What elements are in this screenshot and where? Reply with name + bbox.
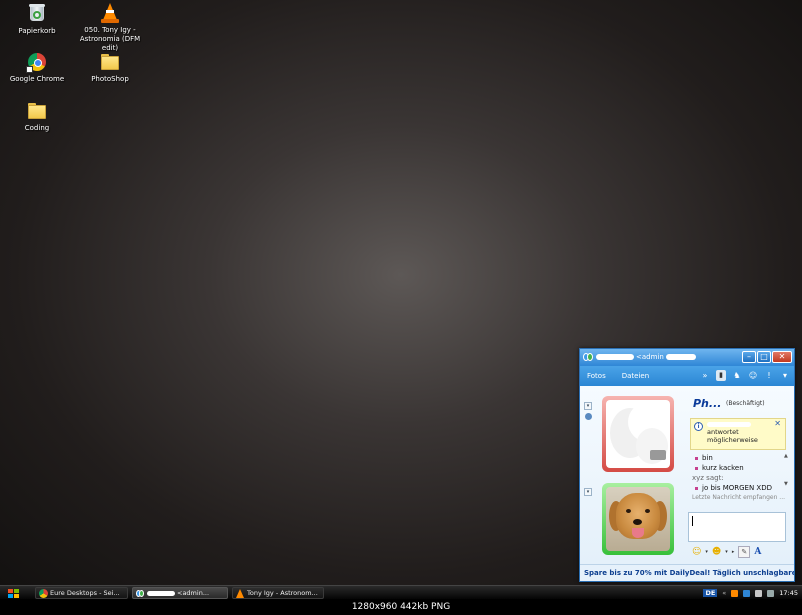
folder-icon — [27, 101, 47, 121]
block-icon[interactable]: ! — [764, 370, 774, 381]
own-avatar[interactable] — [602, 483, 674, 555]
chrome-icon — [26, 52, 47, 73]
status-notice: i antwortet möglicherweise ✕ — [690, 418, 786, 450]
input-toolbar: ☺ ▾ ☻ ▾ ▸ ✎ A — [692, 545, 792, 559]
double-chevron-icon[interactable]: » — [700, 370, 710, 381]
last-received-info: Letzte Nachricht empfangen ... — [692, 494, 786, 501]
taskbar-item-vlc[interactable]: Tony Igy - Astronom... — [232, 587, 324, 599]
desktop-icon-google-chrome[interactable]: Google Chrome — [0, 52, 77, 84]
vlc-cone-icon — [100, 3, 120, 23]
tab-dateien[interactable]: Dateien — [622, 372, 649, 380]
clock[interactable]: 17:45 — [779, 589, 798, 597]
desktop-icon-coding[interactable]: Coding — [0, 101, 77, 133]
redacted-text — [665, 354, 696, 360]
activities-icon[interactable]: ☺ — [748, 370, 758, 381]
close-button[interactable]: ✕ — [772, 351, 792, 363]
tab-fotos[interactable]: Fotos — [587, 372, 606, 380]
message-line: jo bis MORGEN XDD — [692, 483, 788, 493]
maximize-button[interactable]: □ — [757, 351, 771, 363]
redacted-text — [147, 590, 175, 596]
message-sender: xyz sagt: — [692, 474, 724, 482]
taskbar-item-messenger[interactable]: <admin... — [132, 587, 228, 599]
handwriting-icon[interactable]: ✎ — [738, 546, 751, 558]
message-input[interactable] — [688, 512, 786, 542]
desktop-icon-label: PhotoShop — [91, 75, 129, 83]
notice-line: möglicherweise — [707, 436, 758, 444]
emoticon-icon[interactable]: ☺ — [692, 547, 701, 557]
contact-status: (Beschäftigt) — [726, 400, 765, 407]
chevron-down-icon[interactable]: ▾ — [705, 549, 708, 555]
desktop-icon-label: Google Chrome — [9, 75, 65, 83]
conversation-area: ▾ ▾ Ph... (Beschäftigt) i antwortet mögl… — [580, 386, 794, 564]
taskbar-item-label: <admin... — [177, 589, 210, 597]
collapse-arrow-icon[interactable]: ▾ — [584, 488, 592, 496]
network-icon[interactable] — [755, 589, 763, 597]
chrome-icon — [39, 589, 48, 598]
start-button[interactable] — [4, 587, 22, 599]
minimize-button[interactable]: – — [742, 351, 756, 363]
conversation-scrollbar[interactable]: ▲ ▼ — [784, 453, 790, 491]
advertisement-banner[interactable]: Spare bis zu 70% mit DailyDeal! Täglich … — [580, 564, 794, 581]
webcam-icon[interactable] — [585, 413, 592, 420]
info-icon: i — [694, 422, 703, 431]
system-tray: DE « 17:45 — [703, 586, 802, 600]
desktop-icon-label: Papierkorb — [18, 27, 56, 35]
redacted-text — [596, 354, 634, 360]
contact-name: Ph... — [693, 397, 722, 410]
conversation-history: bin kurz kacken xyz sagt: jo bis MORGEN … — [692, 453, 788, 503]
menu-icon[interactable]: ▾ — [780, 370, 790, 381]
messenger-toolbar: Fotos Dateien » ▮ ♞ ☺ ! ▾ — [580, 366, 794, 386]
taskbar-item-chrome[interactable]: Eure Desktops - Sei... — [35, 587, 128, 599]
invite-contact-icon[interactable]: ▮ — [716, 370, 726, 381]
font-icon[interactable]: A — [754, 547, 761, 557]
desktop-icon-papierkorb[interactable]: Papierkorb — [0, 3, 77, 36]
wink-icon[interactable]: ☻ — [712, 547, 721, 557]
scroll-down-icon[interactable]: ▼ — [784, 481, 790, 487]
taskbar-item-label: Eure Desktops - Sei... — [50, 589, 120, 597]
collapse-arrow-icon[interactable]: ▾ — [584, 402, 592, 410]
window-title: <admin — [636, 353, 664, 361]
desktop: Papierkorb 050. Tony Igy - Astronomia (D… — [0, 0, 802, 585]
scroll-up-icon[interactable]: ▲ — [784, 453, 790, 459]
desktop-icon-astronomia[interactable]: 050. Tony Igy - Astronomia (DFM edit) — [70, 3, 150, 53]
volume-icon[interactable] — [767, 589, 775, 597]
image-info-caption: 1280x960 442kb PNG — [0, 599, 802, 615]
show-hidden-icons-button[interactable]: « — [722, 589, 726, 597]
language-indicator[interactable]: DE — [703, 589, 718, 597]
contact-avatar[interactable] — [602, 396, 674, 472]
messenger-icon — [136, 589, 145, 598]
message-line: kurz kacken — [692, 463, 788, 473]
desktop-icon-label: 050. Tony Igy - Astronomia (DFM edit) — [79, 26, 141, 52]
messenger-tray-icon[interactable] — [743, 589, 751, 597]
taskbar: Eure Desktops - Sei... <admin... Tony Ig… — [0, 585, 802, 599]
notice-line: antwortet — [707, 428, 739, 436]
vlc-tray-icon[interactable] — [731, 589, 739, 597]
chevron-down-icon[interactable]: ▾ — [725, 549, 728, 555]
taskbar-item-label: Tony Igy - Astronom... — [247, 589, 318, 597]
recycle-bin-icon — [27, 4, 47, 24]
vlc-cone-icon — [236, 589, 244, 598]
redacted-text — [707, 422, 751, 427]
close-icon[interactable]: ✕ — [774, 420, 781, 428]
message-line: bin — [692, 453, 788, 463]
more-icon[interactable]: ▸ — [732, 549, 735, 555]
messenger-icon — [583, 352, 593, 362]
messenger-titlebar[interactable]: <admin – □ ✕ — [580, 349, 794, 366]
desktop-icon-label: Coding — [24, 124, 50, 132]
desktop-icon-photoshop[interactable]: PhotoShop — [70, 52, 150, 84]
messenger-window[interactable]: <admin – □ ✕ Fotos Dateien » ▮ ♞ ☺ ! ▾ ▾… — [579, 348, 795, 582]
games-icon[interactable]: ♞ — [732, 370, 742, 381]
folder-icon — [100, 52, 120, 72]
